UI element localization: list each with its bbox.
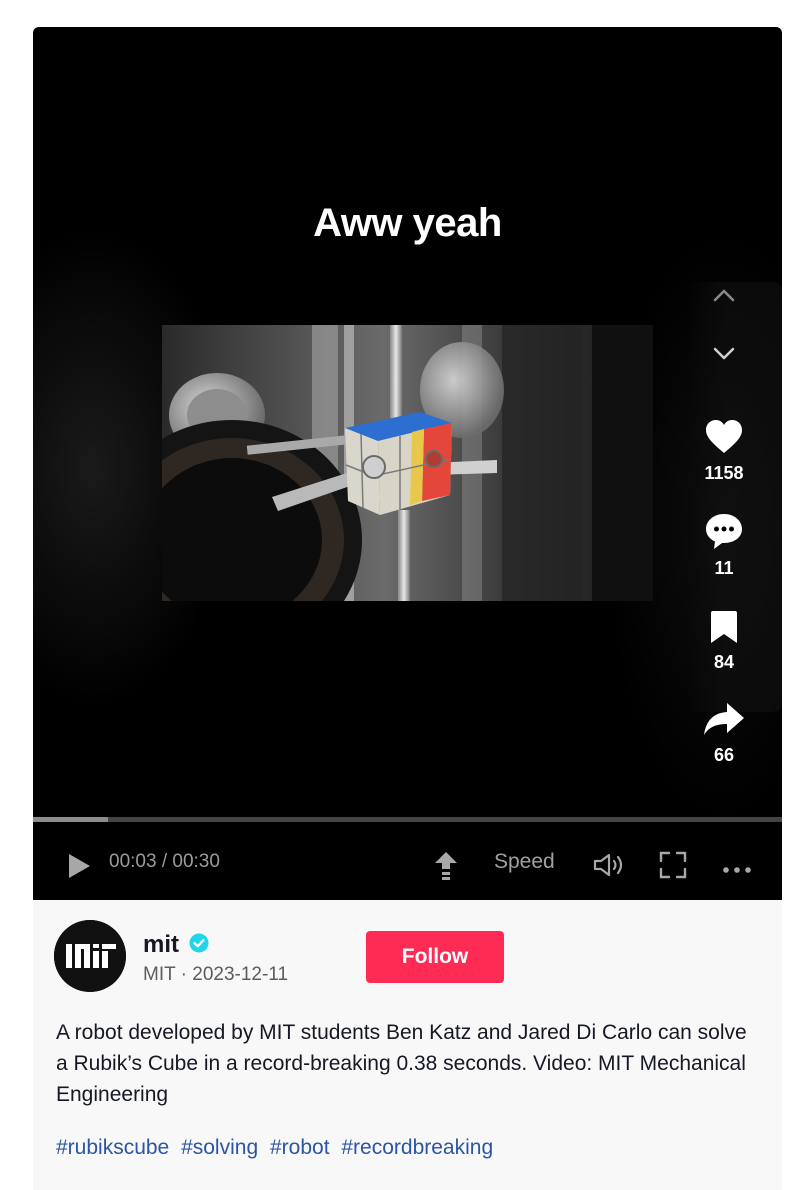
time-display: 00:03 / 00:30	[109, 851, 220, 872]
volume-icon	[593, 853, 623, 877]
post-info: mit MIT · 2023-12-11 Follow A robot deve…	[33, 900, 782, 1190]
hashtag-link[interactable]: #robot	[270, 1136, 330, 1159]
speed-button[interactable]: Speed	[494, 850, 555, 874]
share-button[interactable]: 66	[699, 701, 749, 766]
play-button[interactable]	[66, 852, 92, 885]
hashtag-link[interactable]: #rubikscube	[56, 1136, 169, 1159]
mit-logo	[54, 920, 126, 992]
bookmark-icon	[711, 611, 737, 643]
follow-button[interactable]: Follow	[366, 931, 504, 983]
progress-bar[interactable]	[33, 817, 782, 822]
video-player[interactable]: Aww yeah 1158 11 84 66 00:03 / 00:30 Spe…	[33, 27, 782, 900]
share-count: 66	[713, 745, 735, 765]
previous-video-button[interactable]	[699, 287, 749, 303]
comment-count: 11	[714, 558, 734, 578]
more-options-button[interactable]	[722, 861, 752, 879]
comment-button[interactable]: 11	[699, 512, 749, 579]
author-name[interactable]: mit	[143, 931, 179, 959]
verified-icon	[189, 933, 209, 953]
picture-in-picture-button[interactable]	[432, 850, 460, 885]
hashtag-link[interactable]: #solving	[181, 1136, 258, 1159]
video-caption-overlay: Aww yeah	[313, 201, 502, 245]
author-meta: MIT · 2023-12-11	[143, 964, 289, 985]
like-count: 1158	[704, 463, 744, 483]
more-icon	[723, 867, 751, 873]
fullscreen-icon	[659, 851, 687, 879]
fullscreen-button[interactable]	[659, 851, 687, 884]
next-video-button[interactable]	[699, 346, 749, 362]
like-button[interactable]: 1158	[699, 419, 749, 484]
rubiks-robot-scene	[162, 325, 653, 601]
chevron-up-icon	[713, 289, 735, 302]
author-avatar[interactable]	[54, 920, 126, 992]
pip-icon	[435, 852, 457, 880]
hashtag-link[interactable]: #recordbreaking	[341, 1136, 493, 1159]
video-frame[interactable]	[162, 325, 653, 601]
bookmark-count: 84	[713, 652, 735, 672]
progress-fill	[33, 817, 108, 822]
heart-icon	[706, 420, 742, 453]
verified-badge	[189, 933, 209, 958]
share-icon	[704, 703, 744, 735]
play-icon	[69, 854, 90, 878]
volume-button[interactable]	[592, 852, 628, 883]
post-description: A robot developed by MIT students Ben Ka…	[56, 1021, 747, 1106]
bookmark-button[interactable]: 84	[699, 610, 749, 673]
comment-icon	[706, 514, 742, 549]
chevron-down-icon	[713, 347, 735, 360]
player-controls: 00:03 / 00:30 Speed	[33, 833, 782, 893]
hashtag-list: #rubikscube #solving #robot #recordbreak…	[56, 1136, 499, 1160]
